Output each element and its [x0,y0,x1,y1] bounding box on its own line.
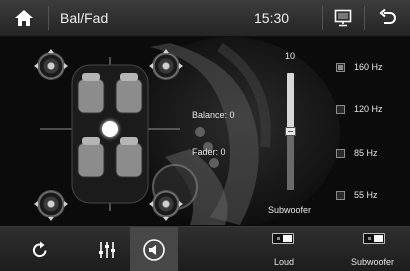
bottom-toolbar: Loud Subwoofer [0,226,410,271]
back-button[interactable] [365,0,410,36]
equalizer-button[interactable] [84,227,130,271]
screen-mode-button[interactable] [323,0,363,36]
frequency-option-120[interactable]: 120 Hz [336,104,383,114]
frequency-label: 55 Hz [354,190,378,200]
reset-button[interactable] [0,227,80,271]
frequency-option-85[interactable]: 85 Hz [336,148,378,158]
frequency-label: 120 Hz [354,104,383,114]
subwoofer-toggle[interactable] [363,233,385,244]
back-arrow-icon [378,9,396,24]
frequency-checkbox[interactable] [336,148,345,158]
subwoofer-slider-track[interactable] [285,73,296,190]
balance-value: Balance: 0 [192,110,235,120]
frequency-checkbox[interactable] [336,190,345,200]
frequency-label: 85 Hz [354,148,378,158]
top-bar: Bal/Fad 15:30 [0,0,410,37]
balance-fader-area[interactable] [32,45,188,221]
loud-toggle[interactable] [272,233,294,244]
speaker-icon [143,238,165,261]
loud-label: Loud [274,257,295,267]
subwoofer-toggle-label: Subwoofer [351,257,395,267]
balance-fader-handle[interactable] [102,121,118,137]
fader-value: Fader: 0 [192,147,226,157]
monitor-icon [334,9,352,27]
subwoofer-slider-thumb[interactable] [285,127,296,136]
frequency-checkbox[interactable] [336,104,345,114]
subwoofer-max-label: 10 [285,51,296,61]
divider [48,6,49,30]
frequency-option-55[interactable]: 55 Hz [336,190,378,200]
bal-fad-screen: Bal/Fad 15:30 Balance: 0 Fader: 0 10 Sub… [0,0,410,271]
equalizer-icon [99,241,115,258]
subwoofer-slider-label: Subwoofer [268,205,312,215]
home-button[interactable] [0,0,48,36]
clock: 15:30 [254,10,290,26]
home-icon [15,10,33,26]
frequency-label: 160 Hz [354,62,383,72]
bal-fad-button[interactable] [130,227,178,271]
reset-icon [32,241,47,257]
frequency-checkbox[interactable] [336,62,345,72]
frequency-option-160[interactable]: 160 Hz [336,62,383,72]
subwoofer-slider-fill [287,136,294,190]
page-title: Bal/Fad [60,10,109,26]
